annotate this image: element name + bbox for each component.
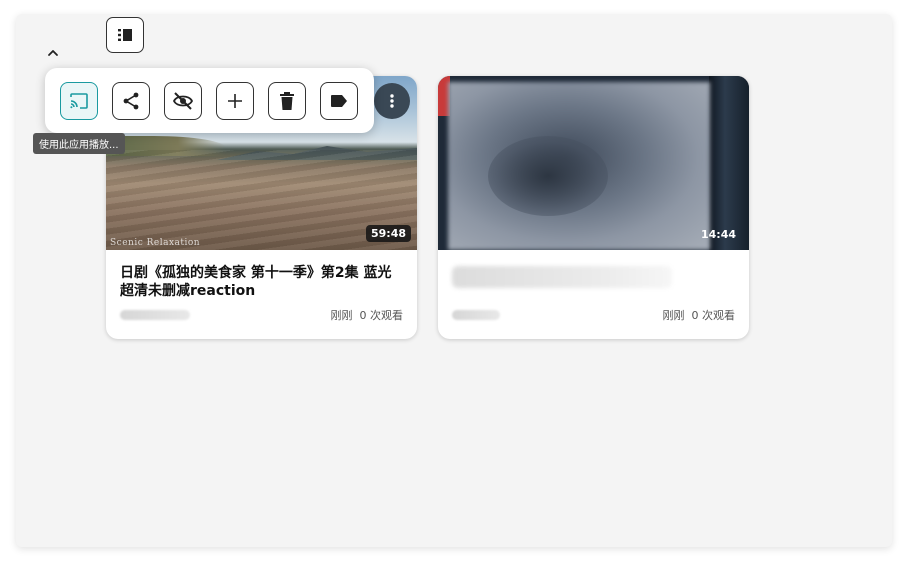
thumbnail-scene bbox=[709, 76, 749, 250]
more-vert-icon bbox=[390, 94, 394, 108]
video-info: 刚刚 0 次观看 bbox=[438, 250, 749, 339]
playlist-icon bbox=[118, 29, 132, 41]
channel-name-redacted bbox=[452, 310, 500, 320]
view-count: 0 次观看 bbox=[359, 309, 404, 322]
channel-name-redacted bbox=[120, 310, 190, 320]
video-stats: 刚刚 0 次观看 bbox=[663, 307, 736, 323]
plus-icon bbox=[228, 93, 242, 108]
video-title-redacted bbox=[452, 266, 672, 288]
video-stats: 刚刚 0 次观看 bbox=[331, 307, 404, 323]
time-ago: 刚刚 bbox=[662, 309, 685, 322]
video-info: 日剧《孤独的美食家 第十一季》第2集 蓝光超清未删减reaction 刚刚 0 … bbox=[106, 250, 417, 339]
video-meta: 刚刚 0 次观看 bbox=[452, 307, 735, 323]
cast-tooltip: 使用此应用播放... bbox=[33, 133, 125, 154]
cast-button[interactable] bbox=[60, 81, 98, 120]
share-icon bbox=[123, 92, 139, 109]
add-button[interactable] bbox=[216, 81, 254, 120]
tag-button[interactable] bbox=[320, 81, 358, 120]
time-ago: 刚刚 bbox=[330, 309, 353, 322]
share-button[interactable] bbox=[112, 81, 150, 120]
cast-icon bbox=[70, 92, 88, 109]
video-duration: 59:48 bbox=[365, 225, 411, 242]
queue-button[interactable] bbox=[106, 17, 144, 53]
video-duration: 14:44 bbox=[700, 228, 736, 241]
thumbnail-redacted bbox=[488, 136, 608, 216]
trash-icon bbox=[280, 91, 294, 110]
more-options-button[interactable] bbox=[374, 83, 410, 119]
video-meta: 刚刚 0 次观看 bbox=[120, 307, 403, 323]
label-icon bbox=[331, 94, 347, 107]
view-count: 0 次观看 bbox=[691, 309, 736, 322]
video-card[interactable]: 14:44 刚刚 0 次观看 bbox=[438, 76, 749, 339]
eye-off-icon bbox=[172, 91, 194, 110]
video-thumbnail[interactable]: 14:44 bbox=[438, 76, 749, 250]
thumbnail-watermark: Scenic Relaxation bbox=[110, 238, 201, 248]
delete-button[interactable] bbox=[268, 81, 306, 120]
video-actions-popup bbox=[45, 68, 374, 133]
collapse-button[interactable] bbox=[42, 42, 64, 64]
chevron-up-icon bbox=[48, 50, 58, 56]
video-title[interactable]: 日剧《孤独的美食家 第十一季》第2集 蓝光超清未删减reaction bbox=[120, 264, 403, 300]
hide-button[interactable] bbox=[164, 81, 202, 120]
